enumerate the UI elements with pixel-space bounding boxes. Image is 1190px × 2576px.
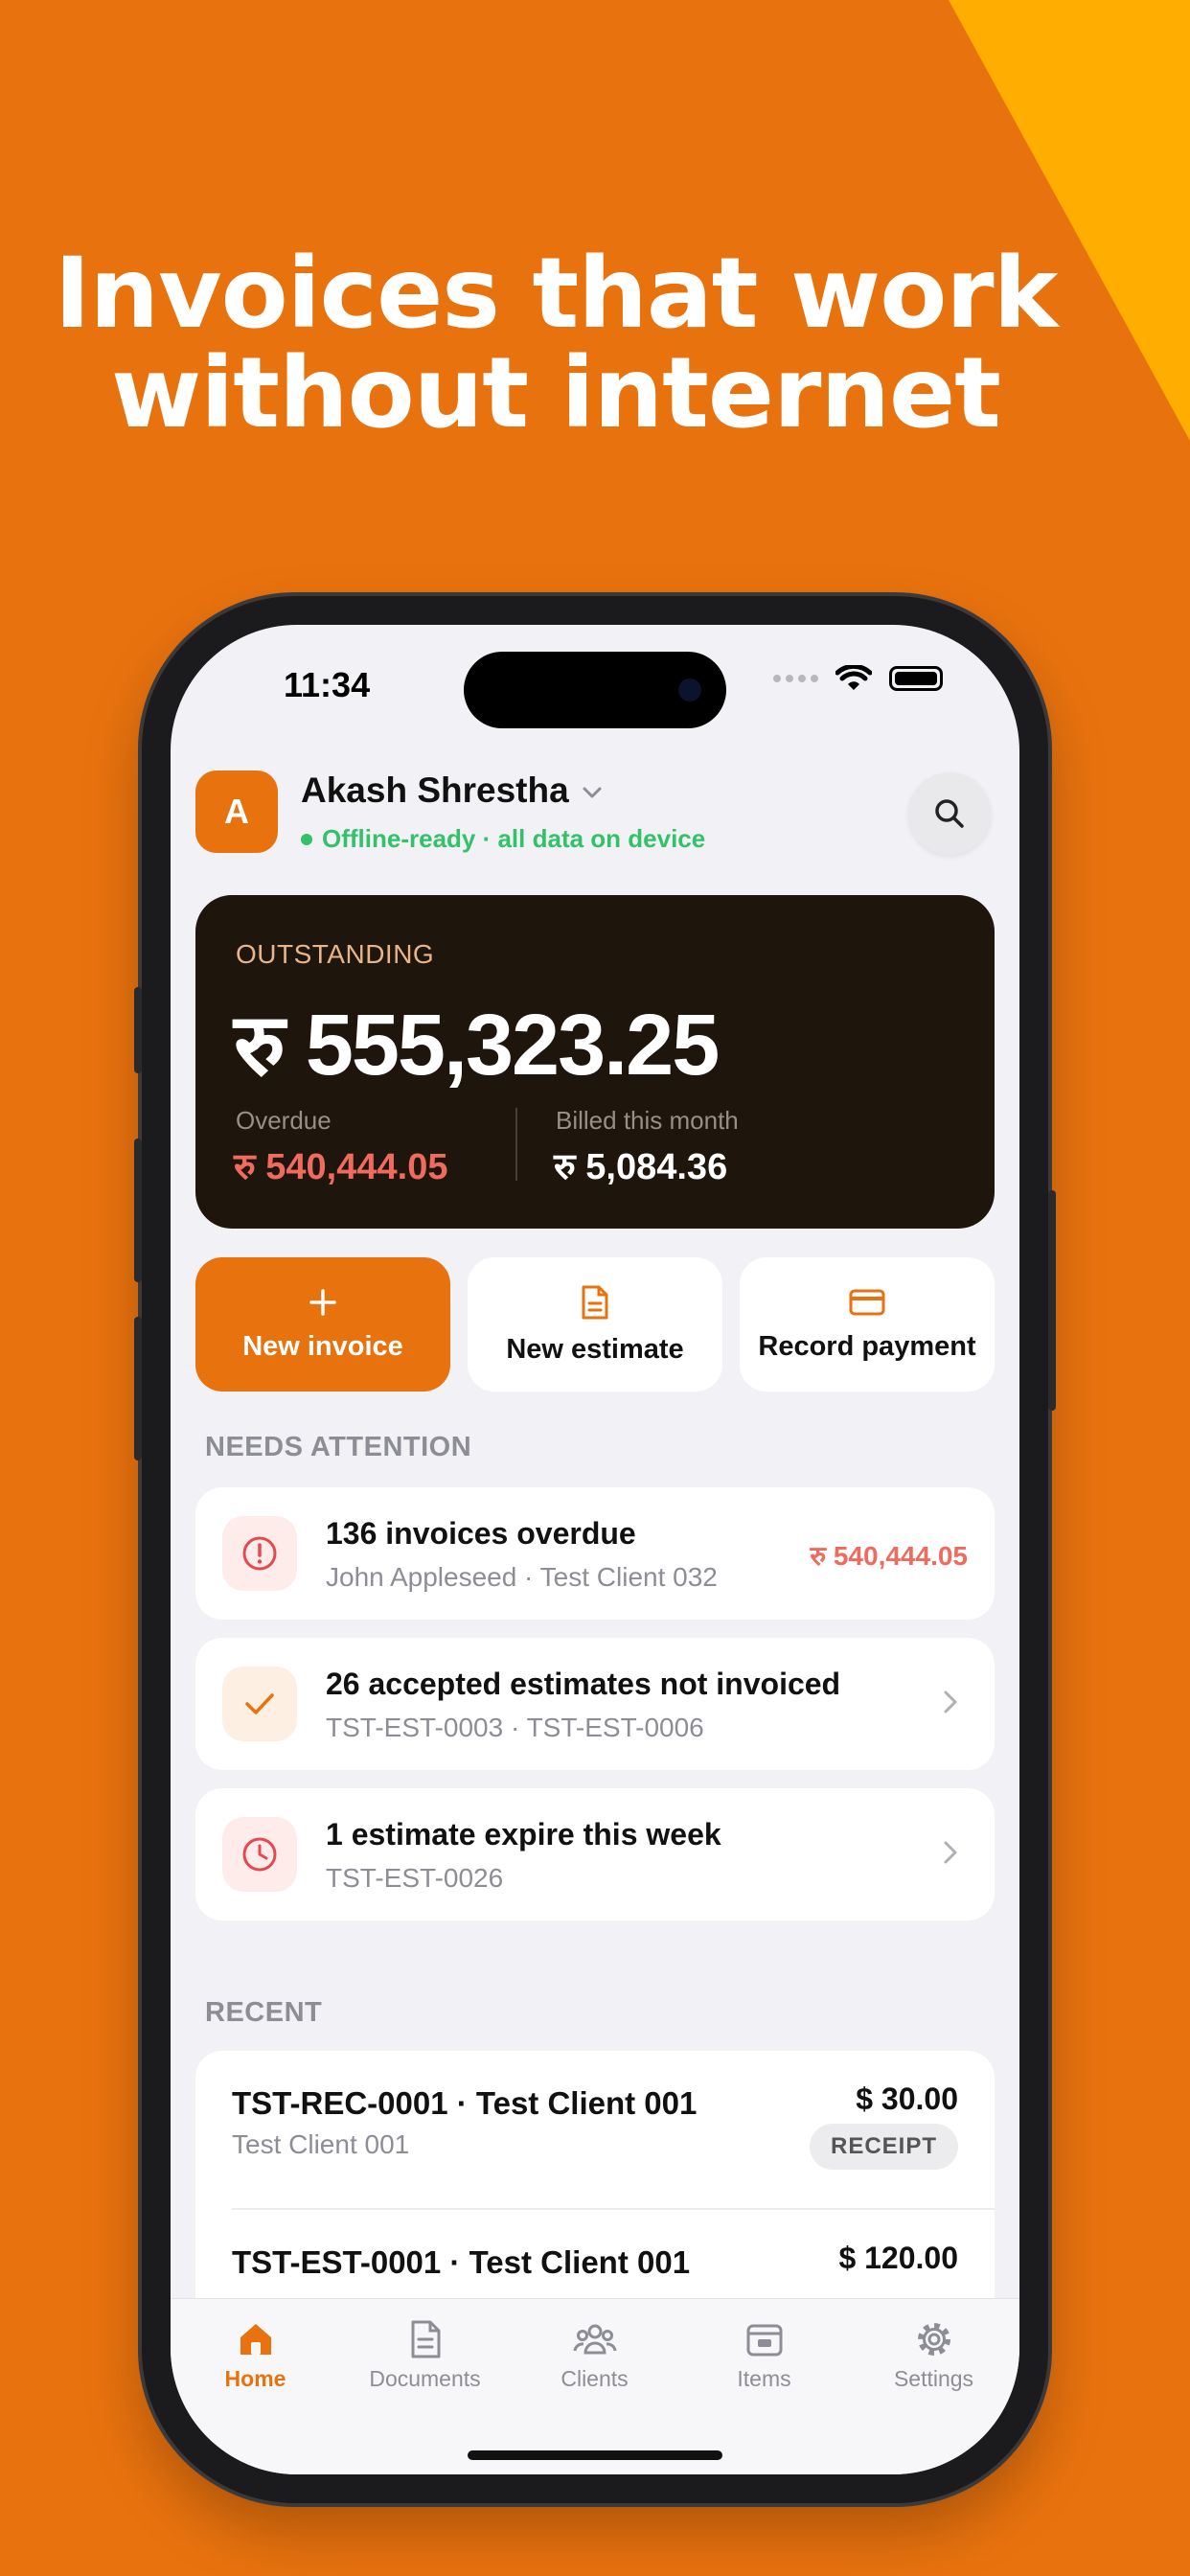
dynamic-island [464,652,726,728]
document-icon [411,2320,440,2358]
quick-actions: New invoice New estimate Record payment [195,1257,995,1392]
tab-clients[interactable]: Clients [510,2299,679,2474]
items-icon [746,2324,782,2357]
side-button-action [134,987,142,1073]
new-estimate-label: New estimate [506,1333,684,1365]
chevron-right-icon [944,1690,957,1714]
status-dot-icon [301,833,312,845]
record-payment-label: Record payment [758,1330,976,1362]
battery-icon [889,666,943,691]
attention-title: 1 estimate expire this week [326,1817,721,1852]
attention-amount: रु 540,444.05 [810,1541,968,1571]
side-button-volume-up [134,1138,142,1282]
gear-icon [917,2323,950,2356]
clients-icon [573,2324,616,2355]
offline-status: Offline-ready · all data on device [301,824,705,854]
new-estimate-button[interactable]: New estimate [468,1257,722,1392]
billed-label: Billed this month [556,1106,739,1135]
plus-icon [309,1288,336,1316]
status-icons [773,665,943,692]
attention-sub: John Appleseed · Test Client 032 [326,1562,718,1592]
card-divider [515,1108,517,1181]
recent-item-amount: $ 120.00 [838,2241,958,2275]
attention-title: 26 accepted estimates not invoiced [326,1667,841,1701]
attention-title: 136 invoices overdue [326,1516,636,1551]
wifi-icon [835,665,872,690]
needs-attention-title: NEEDS ATTENTION [205,1432,472,1462]
home-indicator [468,2450,722,2460]
recent-item[interactable]: TST-REC-0001 · Test Client 001 Test Clie… [232,2051,958,2210]
search-button[interactable] [908,772,991,855]
tab-home-label: Home [224,2366,286,2391]
tab-documents[interactable]: Documents [340,2299,510,2474]
status-time: 11:34 [284,665,371,704]
clock-icon [222,1817,297,1892]
tab-settings-label: Settings [893,2366,974,2391]
tab-settings[interactable]: Settings [849,2299,1018,2474]
attention-item-expiring-estimates[interactable]: 1 estimate expire this week TST-EST-0026 [195,1788,995,1920]
recent-item-badge: RECEIPT [809,2124,958,2170]
chevron-down-icon [583,787,602,798]
outstanding-card[interactable]: OUTSTANDING रु 555,323.25 Overdue रु 540… [195,895,995,1229]
tab-bar: Home Documents Clients Items Settings [171,2298,1019,2474]
avatar[interactable]: A [195,770,278,853]
billed-value: रु 5,084.36 [554,1147,728,1187]
tab-clients-label: Clients [561,2366,629,2391]
attention-sub: TST-EST-0026 [326,1863,504,1893]
outstanding-amount: रु 555,323.25 [234,998,720,1093]
card-icon [849,1289,885,1315]
account-name: Akash Shrestha [301,770,569,810]
search-icon [935,799,964,828]
attention-item-accepted-estimates[interactable]: 26 accepted estimates not invoiced TST-E… [195,1638,995,1770]
tab-home[interactable]: Home [171,2299,340,2474]
overdue-label: Overdue [236,1106,332,1135]
recent-item-client: Test Client 001 [232,2129,410,2159]
headline-line-2: without internet [111,336,1001,450]
attention-item-overdue[interactable]: 136 invoices overdue John Appleseed · Te… [195,1487,995,1620]
tab-items-label: Items [737,2366,791,2391]
account-switcher[interactable]: Akash Shrestha [301,770,604,811]
recent-item-title: TST-EST-0001 · Test Client 001 [232,2244,691,2280]
recent-item-title: TST-REC-0001 · Test Client 001 [232,2085,698,2121]
side-button-power [1048,1190,1056,1411]
camera-icon [678,678,701,702]
alert-icon [222,1516,297,1591]
tab-documents-label: Documents [369,2366,481,2391]
headline: Invoices that work without internet [0,244,1111,444]
outstanding-label: OUTSTANDING [236,939,435,969]
home-icon [240,2324,271,2355]
recent-item-amount: $ 30.00 [856,2082,958,2116]
attention-sub: TST-EST-0003 · TST-EST-0006 [326,1713,704,1742]
phone-frame: 11:34 A Akash Shrestha Offline-ready · a… [134,596,1056,2503]
app-screen: 11:34 A Akash Shrestha Offline-ready · a… [171,625,1019,2474]
document-icon [582,1285,608,1319]
signal-icon [773,675,818,682]
headline-line-1: Invoices that work [54,237,1059,351]
overdue-value: रु 540,444.05 [234,1147,448,1187]
new-invoice-label: New invoice [242,1330,403,1362]
recent-title: RECENT [205,1997,323,2028]
offline-status-text: Offline-ready · all data on device [322,824,706,853]
tab-items[interactable]: Items [679,2299,849,2474]
check-icon [222,1667,297,1741]
side-button-volume-down [134,1317,142,1460]
new-invoice-button[interactable]: New invoice [195,1257,450,1392]
record-payment-button[interactable]: Record payment [740,1257,995,1392]
chevron-right-icon [944,1841,957,1864]
